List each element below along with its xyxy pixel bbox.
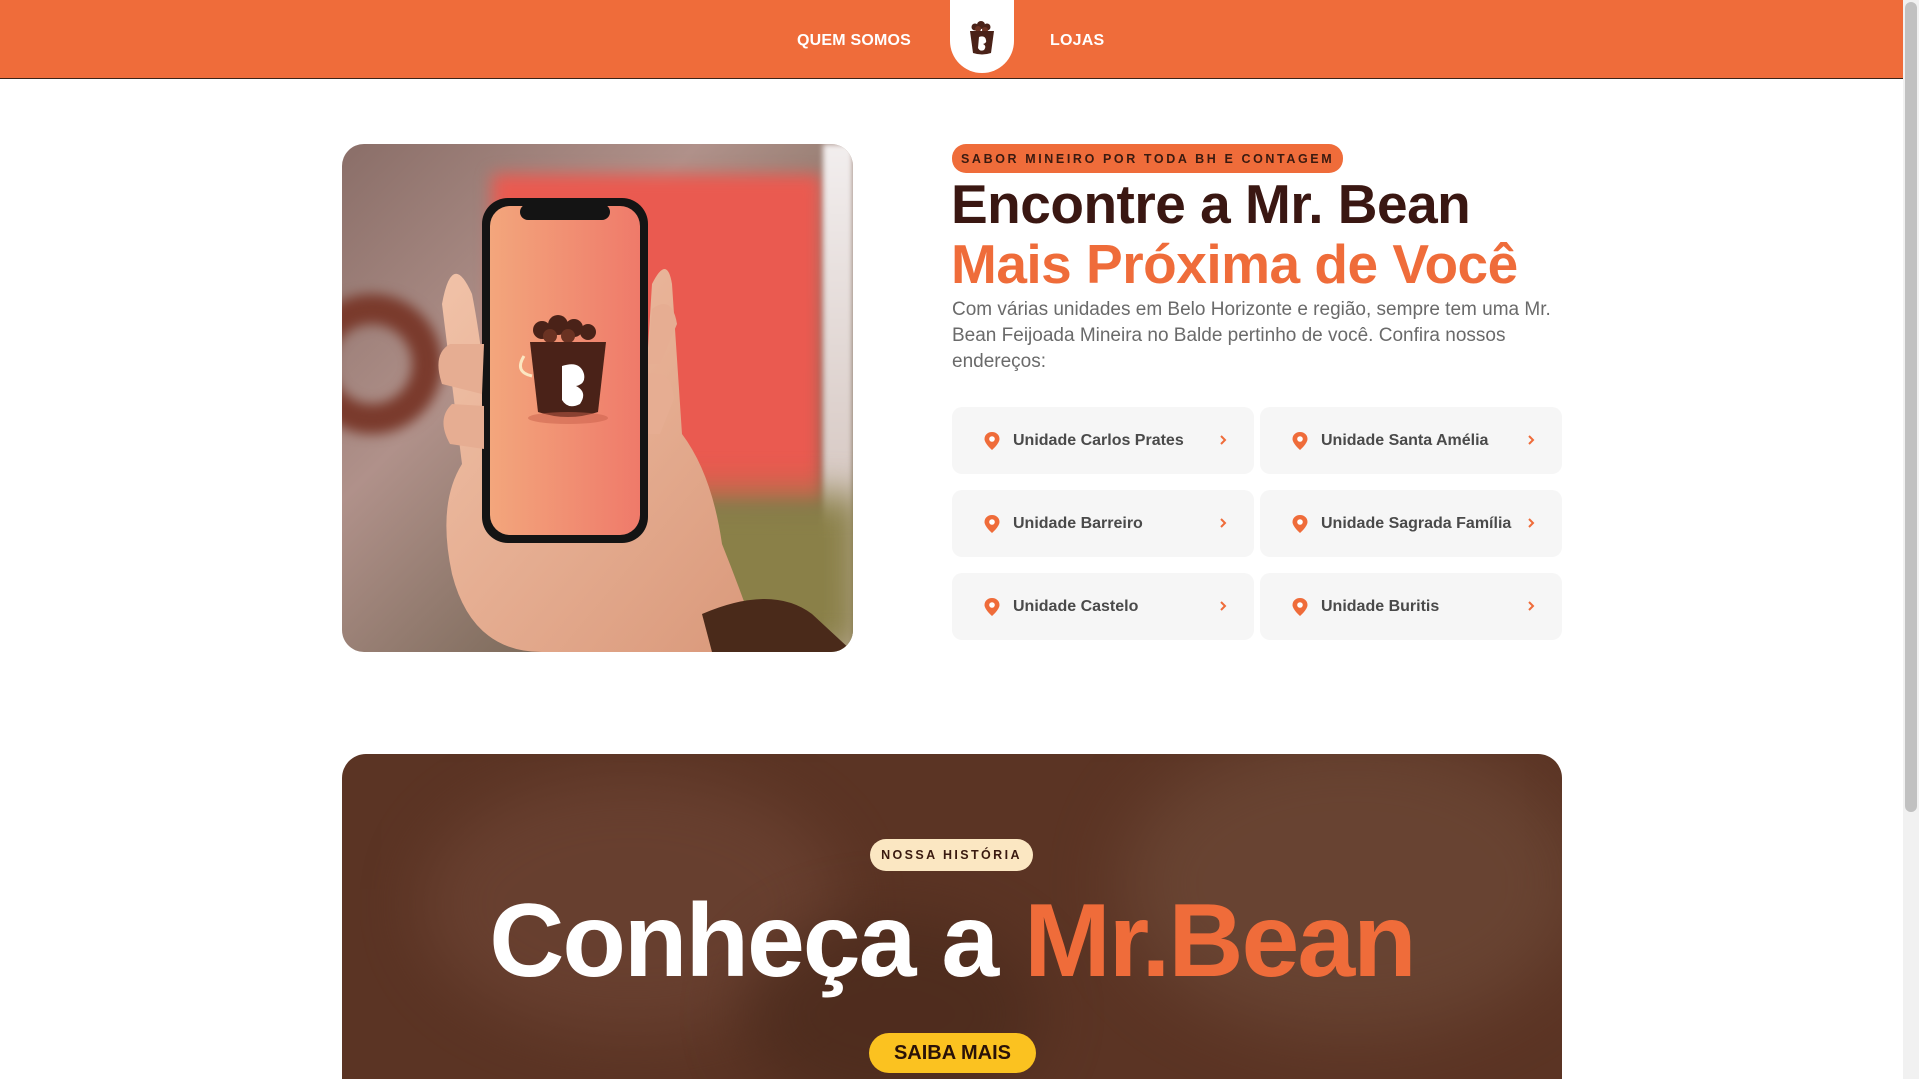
store-label: Unidade Castelo: [1013, 597, 1139, 615]
store-label: Unidade Barreiro: [1013, 514, 1143, 532]
hero-title-line2: Mais Próxima de Você: [951, 233, 1518, 295]
store-label: Unidade Carlos Prates: [1013, 431, 1184, 449]
store-item-sagrada-familia[interactable]: Unidade Sagrada Família: [1260, 490, 1562, 557]
map-pin-icon: [1292, 431, 1308, 450]
story-title-white: Conheça a: [489, 883, 1025, 999]
chevron-right-icon: [1220, 518, 1227, 528]
chevron-right-icon: [1220, 601, 1227, 611]
map-pin-icon: [984, 431, 1000, 450]
nav-link-lojas[interactable]: LOJAS: [1050, 32, 1104, 50]
hero-title-line1: Encontre a Mr. Bean: [951, 173, 1471, 235]
chevron-right-icon: [1220, 435, 1227, 445]
saiba-mais-button[interactable]: SAIBA MAIS: [869, 1033, 1036, 1073]
map-pin-icon: [1292, 514, 1308, 533]
story-title: Conheça a Mr.Bean: [342, 882, 1562, 1001]
bean-bucket-logo-icon: [970, 20, 994, 54]
store-label: Unidade Santa Amélia: [1321, 431, 1489, 449]
logo-tab[interactable]: [950, 0, 1014, 73]
page-scrollbar[interactable]: [1903, 0, 1919, 1079]
scrollbar-thumb[interactable]: [1905, 2, 1917, 812]
store-label: Unidade Sagrada Família: [1321, 514, 1512, 532]
map-pin-icon: [1292, 597, 1308, 616]
hero-phone-image: [342, 144, 853, 652]
map-pin-icon: [984, 514, 1000, 533]
hand-holding-phone-image: [438, 198, 853, 652]
store-list: Unidade Carlos Prates Unidade Santa Amél…: [952, 407, 1562, 640]
map-pin-icon: [984, 597, 1000, 616]
story-section: NOSSA HISTÓRIA Conheça a Mr.Bean SAIBA M…: [342, 754, 1562, 1079]
top-navbar: QUEM SOMOS LOJAS: [0, 0, 1903, 79]
story-tag: NOSSA HISTÓRIA: [870, 839, 1033, 871]
story-title-brand: Mr.Bean: [1024, 883, 1417, 999]
chevron-right-icon: [1528, 518, 1535, 528]
store-label: Unidade Buritis: [1321, 597, 1440, 615]
nav-link-quem-somos[interactable]: QUEM SOMOS: [797, 32, 911, 50]
store-item-santa-amelia[interactable]: Unidade Santa Amélia: [1260, 407, 1562, 474]
store-item-carlos-prates[interactable]: Unidade Carlos Prates: [952, 407, 1254, 474]
chevron-right-icon: [1528, 435, 1535, 445]
hero-tag: SABOR MINEIRO POR TODA BH E CONTAGEM: [952, 144, 1344, 173]
store-item-buritis[interactable]: Unidade Buritis: [1260, 573, 1562, 640]
chevron-right-icon: [1528, 601, 1535, 611]
hero-description: Com várias unidades em Belo Horizonte e …: [952, 299, 1551, 372]
store-item-castelo[interactable]: Unidade Castelo: [952, 573, 1254, 640]
store-item-barreiro[interactable]: Unidade Barreiro: [952, 490, 1254, 557]
